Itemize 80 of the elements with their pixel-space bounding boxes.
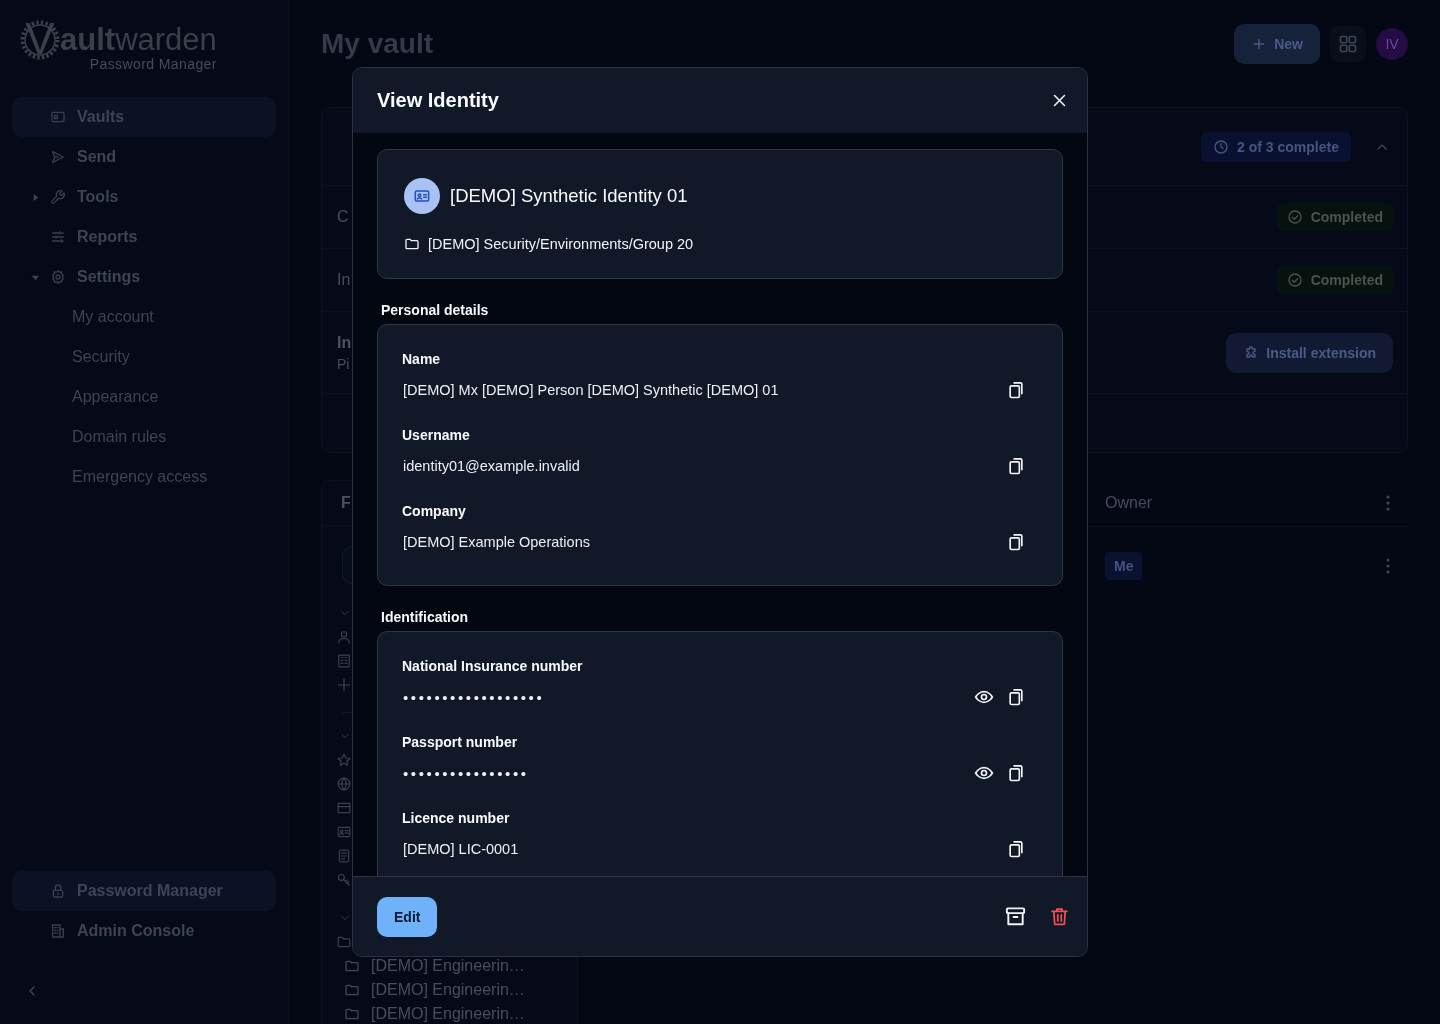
sliders-icon — [50, 229, 66, 245]
field-label: Username — [402, 426, 470, 445]
nav-subitem[interactable]: Emergency access — [12, 457, 276, 497]
app-switcher-button[interactable] — [1330, 26, 1366, 62]
nav-item[interactable]: Settings — [12, 257, 276, 297]
note-icon — [337, 849, 351, 863]
trash-icon[interactable] — [1048, 906, 1070, 927]
field-value: [DEMO] LIC-0001 — [403, 841, 519, 857]
folder-icon — [344, 982, 360, 998]
field-value: •••••••••••••••••• — [403, 688, 545, 706]
nav-subitem[interactable]: My account — [12, 297, 276, 337]
field-value: [DEMO] Example Operations — [403, 534, 590, 550]
grid-icon — [1338, 34, 1358, 54]
task-title: In — [337, 333, 352, 352]
building-icon — [50, 923, 66, 939]
lock-icon — [50, 883, 66, 899]
field-label: Company — [402, 502, 466, 521]
folder-icon — [337, 935, 351, 949]
copy-icon[interactable] — [1006, 532, 1026, 552]
section-heading: Identification — [381, 608, 469, 627]
copy-icon[interactable] — [1006, 839, 1026, 859]
status-badge: Completed — [1276, 266, 1393, 294]
credit-card-icon — [337, 801, 351, 815]
column-header: Owner — [1105, 494, 1153, 511]
dialog-title: View Identity — [377, 89, 499, 112]
owner-badge: Me — [1105, 551, 1143, 580]
wrench-icon — [50, 189, 66, 205]
vault-icon — [50, 109, 66, 125]
gear-icon — [50, 269, 66, 285]
logo-subtitle: Password Manager — [89, 57, 217, 71]
folder-filter-item[interactable]: [DEMO] Engineerin… — [322, 978, 577, 1002]
copy-icon[interactable] — [1006, 380, 1026, 400]
field-label: Name — [402, 350, 441, 369]
status-badge: Completed — [1276, 203, 1393, 231]
nav-subitem[interactable]: Security — [12, 337, 276, 377]
nav-item[interactable]: Reports — [12, 217, 276, 257]
nav-subitem[interactable]: Domain rules — [12, 417, 276, 457]
task-description: Pi — [337, 355, 350, 372]
folder-filter-item[interactable]: [DEMO] Engineerin… — [322, 954, 577, 978]
field-label: National Insurance number — [402, 657, 583, 676]
copy-icon[interactable] — [1006, 687, 1026, 707]
clock-icon — [1213, 138, 1230, 155]
edit-button[interactable]: Edit — [377, 896, 438, 937]
section-heading: Personal details — [381, 301, 489, 320]
panel-title: F — [341, 494, 351, 512]
check-circle-icon — [1286, 209, 1303, 225]
nav-item[interactable]: Send — [12, 137, 276, 177]
install-extension-button[interactable]: Install extension — [1226, 332, 1393, 373]
avatar[interactable]: IV — [1376, 28, 1408, 60]
id-card-icon — [337, 825, 351, 839]
copy-icon[interactable] — [1006, 456, 1026, 476]
nav-item[interactable]: Tools — [12, 177, 276, 217]
archive-icon[interactable] — [1003, 905, 1027, 928]
progress-chip: 2 of 3 complete — [1201, 131, 1351, 162]
folder-filter-item[interactable]: [DEMO] Engineerin… — [322, 1002, 577, 1024]
paper-plane-icon — [50, 149, 66, 165]
globe-icon — [337, 777, 351, 791]
field-label: Passport number — [402, 733, 518, 752]
key-icon — [337, 873, 351, 887]
copy-icon[interactable] — [1006, 763, 1026, 783]
folder-icon — [404, 236, 420, 252]
item-name: [DEMO] Synthetic Identity 01 — [450, 185, 688, 207]
star-icon — [337, 753, 351, 767]
nav-subitem[interactable]: Appearance — [12, 377, 276, 417]
field-value: •••••••••••••••• — [403, 764, 529, 782]
field-value: identity01@example.invalid — [403, 458, 580, 474]
field-value: [DEMO] Mx [DEMO] Person [DEMO] Synthetic [DEMO] 01 — [403, 382, 779, 398]
building-icon — [337, 654, 351, 668]
folder-icon — [344, 958, 360, 974]
folder-icon — [344, 1006, 360, 1022]
new-button[interactable]: New — [1234, 24, 1320, 64]
task-title: In — [337, 271, 351, 289]
plus-icon — [337, 678, 351, 692]
product-switch-item[interactable]: Admin Console — [12, 911, 276, 951]
user-icon — [337, 630, 351, 644]
id-card-icon — [404, 178, 440, 214]
field-label: Licence number — [402, 809, 510, 828]
task-title: C — [337, 208, 349, 226]
check-circle-icon — [1286, 272, 1303, 288]
folder-path: [DEMO] Security/Environments/Group 20 — [428, 236, 694, 252]
